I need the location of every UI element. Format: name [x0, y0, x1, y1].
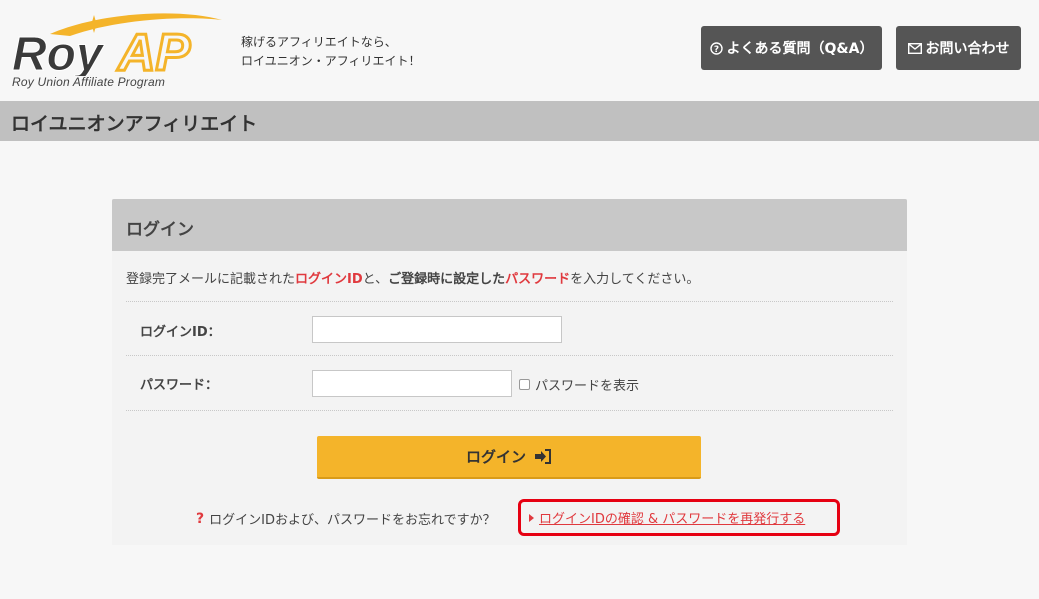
- login-panel: ログイン 登録完了メールに記載されたログインIDと、ご登録時に設定したパスワード…: [112, 199, 907, 545]
- contact-button[interactable]: お問い合わせ: [896, 26, 1021, 70]
- login-id-label: ログインID：: [140, 325, 221, 340]
- divider: [126, 355, 893, 356]
- logo-subtitle: Roy Union Affiliate Program: [12, 75, 166, 89]
- instruction-text-4: を入力してください。: [570, 272, 700, 287]
- login-panel-title: ログイン: [126, 220, 194, 240]
- site-title: ロイユニオンアフィリエイト: [11, 113, 258, 135]
- svg-text:?: ?: [713, 44, 718, 54]
- divider: [126, 410, 893, 411]
- logo-ap-text: AP: [116, 24, 191, 76]
- faq-button[interactable]: ? よくある質問（Q&A）: [701, 26, 882, 70]
- login-instruction: 登録完了メールに記載されたログインIDと、ご登録時に設定したパスワードを入力して…: [126, 268, 699, 287]
- tagline-line-1: 稼げるアフィリエイトなら、: [241, 35, 397, 49]
- login-submit-label: ログイン: [465, 448, 526, 466]
- show-password-label[interactable]: パスワードを表示: [535, 375, 639, 394]
- question-mark-icon: ?: [196, 510, 205, 527]
- instruction-password: パスワード: [505, 272, 571, 287]
- show-password-checkbox[interactable]: [519, 379, 530, 390]
- question-circle-icon: ?: [709, 41, 723, 55]
- instruction-login-id: ログインID: [295, 272, 363, 287]
- instruction-text-3: ご登録時に設定した: [388, 272, 506, 287]
- forgot-credentials: ? ログインIDおよび、パスワードをお忘れですか？: [196, 509, 496, 529]
- password-label: パスワード：: [140, 378, 219, 393]
- password-input[interactable]: [312, 370, 512, 397]
- login-panel-header: ログイン: [112, 199, 907, 251]
- login-submit-button[interactable]: ログイン: [317, 436, 701, 479]
- reissue-credentials-link[interactable]: ログインIDの確認 & パスワードを再発行する: [518, 499, 840, 536]
- instruction-text-1: 登録完了メールに記載された: [126, 272, 296, 287]
- login-id-input[interactable]: [312, 316, 562, 343]
- tagline-line-2: ロイユニオン・アフィリエイト！: [241, 54, 421, 68]
- reissue-link-text[interactable]: ログインIDの確認 & パスワードを再発行する: [539, 508, 805, 527]
- divider: [126, 301, 893, 302]
- site-logo[interactable]: Roy AP Roy Union Affiliate Program: [10, 10, 230, 92]
- contact-button-label: お問い合わせ: [925, 41, 1010, 57]
- faq-button-label: よくある質問（Q&A）: [726, 41, 874, 57]
- forgot-text: ログインIDおよび、パスワードをお忘れですか？: [209, 513, 496, 528]
- site-tagline: 稼げるアフィリエイトなら、 ロイユニオン・アフィリエイト！: [241, 33, 421, 71]
- site-header: Roy AP Roy Union Affiliate Program 稼げるアフ…: [0, 0, 1039, 101]
- site-title-band: ロイユニオンアフィリエイト: [0, 101, 1039, 141]
- logo-roy-text: Roy: [12, 28, 105, 76]
- caret-right-icon: [529, 513, 534, 522]
- instruction-text-2: と、: [362, 272, 389, 287]
- envelope-icon: [907, 42, 922, 54]
- login-panel-body: 登録完了メールに記載されたログインIDと、ご登録時に設定したパスワードを入力して…: [112, 251, 907, 545]
- sign-in-icon: [534, 449, 552, 464]
- royap-logo-graphic: Roy AP: [12, 13, 222, 76]
